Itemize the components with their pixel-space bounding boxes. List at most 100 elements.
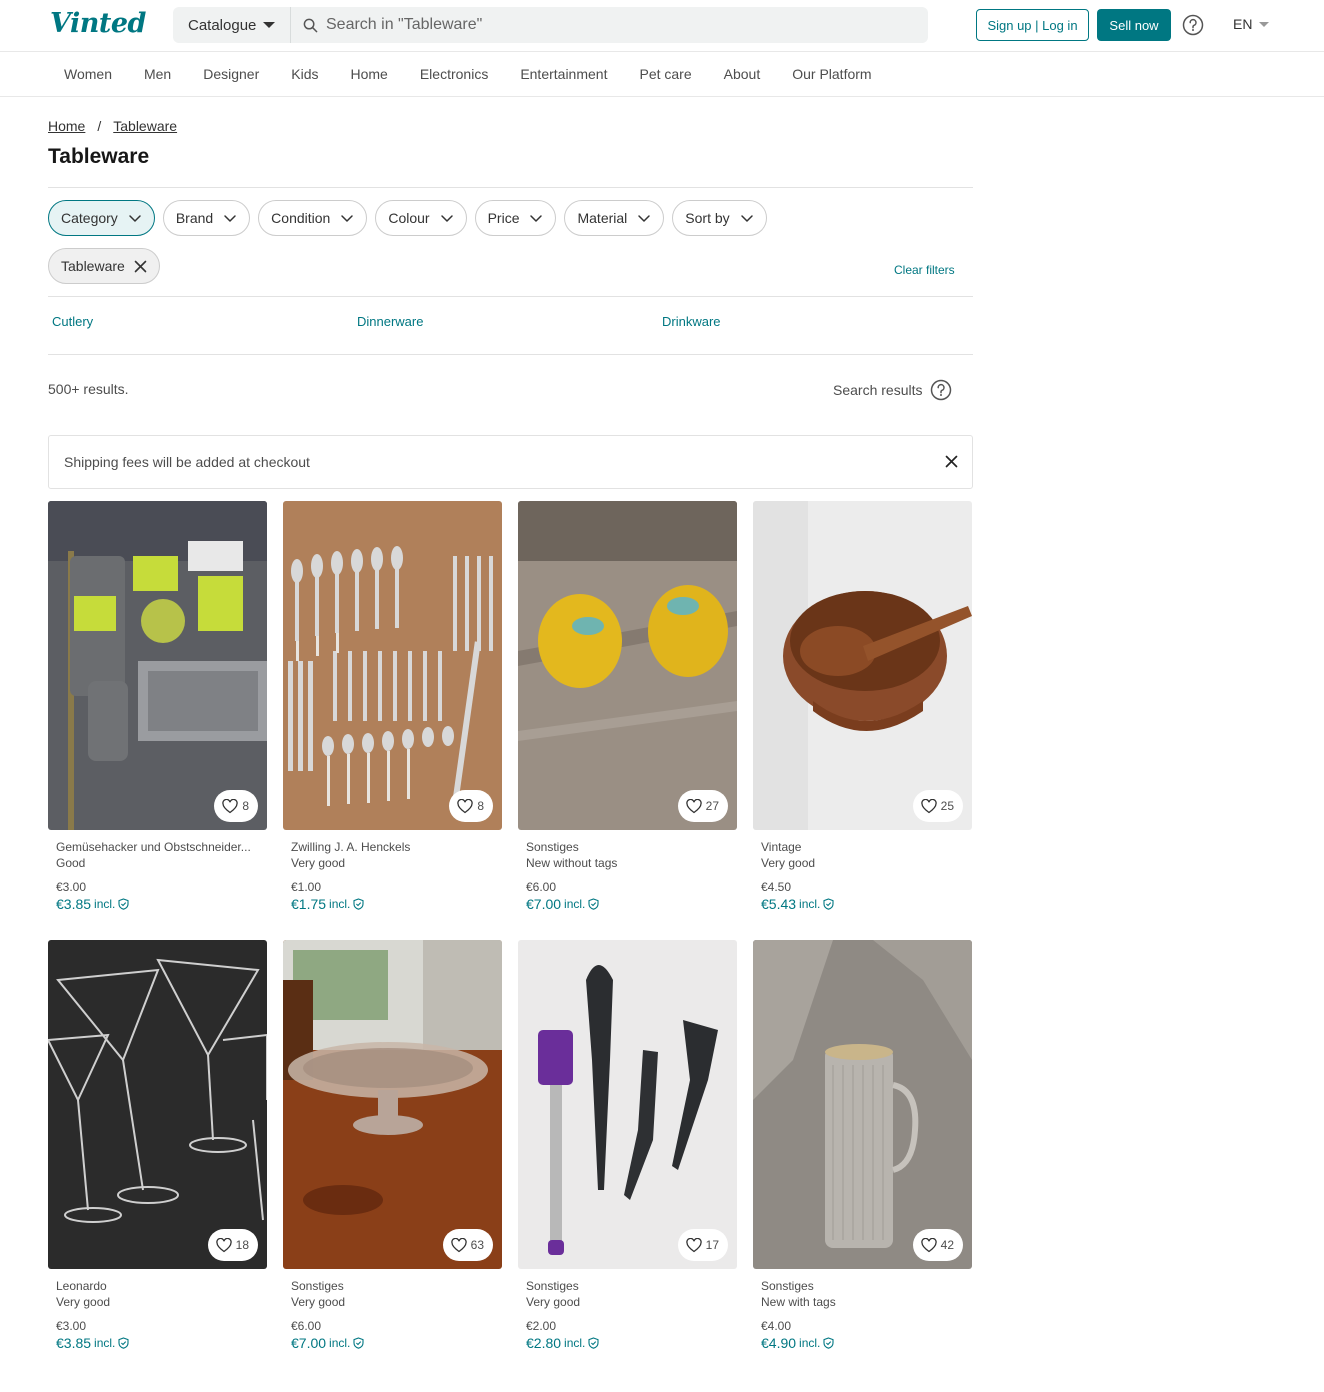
search-results-info[interactable]: Search results — [833, 379, 952, 401]
signup-login-button[interactable]: Sign up | Log in — [976, 9, 1089, 41]
help-icon[interactable] — [930, 379, 952, 401]
nav-item-kids[interactable]: Kids — [275, 66, 334, 82]
favourite-button[interactable]: 8 — [214, 790, 258, 822]
item-card[interactable]: 63 Sonstiges Very good €6.00 €7.00 incl. — [283, 940, 503, 1351]
sell-now-button[interactable]: Sell now — [1097, 9, 1171, 41]
nav-item-entertainment[interactable]: Entertainment — [504, 66, 623, 82]
search-input[interactable]: Search in "Tableware" — [291, 7, 928, 43]
item-photo[interactable]: 18 — [48, 940, 267, 1269]
filter-label: Material — [577, 210, 628, 226]
divider — [48, 187, 973, 188]
item-photo[interactable]: 42 — [753, 940, 972, 1269]
item-total-price[interactable]: €5.43 incl. — [761, 896, 973, 912]
top-header: Vinted Catalogue Search in "Tableware" S… — [0, 0, 1324, 52]
chevron-down-icon — [638, 215, 651, 222]
breadcrumb-home-link[interactable]: Home — [48, 118, 85, 134]
filter-brand[interactable]: Brand — [162, 200, 251, 236]
item-total-price[interactable]: €3.85 incl. — [56, 1335, 268, 1351]
close-icon[interactable] — [945, 455, 958, 468]
nav-item-men[interactable]: Men — [128, 66, 187, 82]
filter-category[interactable]: Category — [48, 200, 155, 236]
nav-item-our-platform[interactable]: Our Platform — [776, 66, 887, 82]
glass-jug-photo — [753, 940, 972, 1269]
shield-icon — [353, 1337, 364, 1349]
item-total: €4.90 — [761, 1335, 797, 1351]
item-photo[interactable]: 25 — [753, 501, 972, 830]
chevron-down-icon — [530, 215, 543, 222]
item-price: €2.00 — [526, 1319, 557, 1333]
item-card[interactable]: 25 Vintage Very good €4.50 €5.43 incl. — [753, 501, 973, 912]
chevron-down-icon — [440, 215, 453, 222]
filter-price[interactable]: Price — [474, 200, 557, 236]
item-brand: Sonstiges — [526, 1279, 579, 1293]
nav-item-electronics[interactable]: Electronics — [404, 66, 504, 82]
active-filter-chip[interactable]: Tableware — [48, 248, 160, 284]
close-icon[interactable] — [134, 260, 147, 273]
favourite-button[interactable]: 8 — [449, 790, 493, 822]
item-card[interactable]: 27 Sonstiges New without tags €6.00 €7.0… — [518, 501, 738, 912]
item-photo[interactable]: 17 — [518, 940, 737, 1269]
breadcrumb: Home / Tableware — [48, 118, 177, 134]
nav-item-women[interactable]: Women — [48, 66, 128, 82]
favourite-button[interactable]: 17 — [677, 1229, 728, 1261]
item-total-price[interactable]: €7.00 incl. — [291, 1335, 503, 1351]
filter-bar: Category Brand Condition Colour Price Ma… — [48, 200, 775, 236]
filter-label: Condition — [271, 210, 331, 226]
item-total-price[interactable]: €4.90 incl. — [761, 1335, 973, 1351]
shield-icon — [118, 1337, 129, 1349]
nav-item-designer[interactable]: Designer — [187, 66, 275, 82]
item-card[interactable]: 8 Zwilling J. A. Henckels Very good €1.0… — [283, 501, 503, 912]
item-condition: Very good — [526, 1295, 581, 1309]
item-total: €7.00 — [526, 896, 562, 912]
subcategory-drinkware[interactable]: Drinkware — [662, 314, 721, 329]
item-card[interactable]: 42 Sonstiges New with tags €4.00 €4.90 i… — [753, 940, 973, 1351]
item-price: €3.00 — [56, 1319, 87, 1333]
filter-condition[interactable]: Condition — [258, 200, 368, 236]
favourite-button[interactable]: 63 — [442, 1229, 493, 1261]
item-total-price[interactable]: €1.75 incl. — [291, 896, 503, 912]
item-total-price[interactable]: €2.80 incl. — [526, 1335, 738, 1351]
subcategory-cutlery[interactable]: Cutlery — [52, 314, 93, 329]
filter-material[interactable]: Material — [564, 200, 665, 236]
help-icon[interactable] — [1182, 14, 1204, 41]
favourite-count: 25 — [940, 799, 954, 813]
caret-down-icon — [263, 22, 276, 28]
clear-filters-link[interactable]: Clear filters — [894, 263, 955, 277]
catalogue-dropdown[interactable]: Catalogue — [173, 7, 291, 43]
favourite-count: 17 — [705, 1238, 719, 1252]
item-total-price[interactable]: €3.85 incl. — [56, 896, 268, 912]
item-total-price[interactable]: €7.00 incl. — [526, 896, 738, 912]
item-brand: Gemüsehacker und Obstschneider... — [56, 840, 251, 854]
item-card[interactable]: 8 Gemüsehacker und Obstschneider... Good… — [48, 501, 268, 912]
breadcrumb-tableware-link[interactable]: Tableware — [113, 118, 177, 134]
filter-colour[interactable]: Colour — [375, 200, 467, 236]
active-filter-label: Tableware — [61, 258, 125, 274]
heart-icon — [222, 798, 239, 813]
item-condition: Very good — [56, 1295, 111, 1309]
subcategory-dinnerware[interactable]: Dinnerware — [357, 314, 423, 329]
item-photo[interactable]: 27 — [518, 501, 737, 830]
favourite-button[interactable]: 27 — [677, 790, 728, 822]
item-price: €3.00 — [56, 880, 87, 894]
favourite-button[interactable]: 42 — [912, 1229, 963, 1261]
favourite-button[interactable]: 18 — [207, 1229, 258, 1261]
item-total: €3.85 — [56, 896, 92, 912]
favourite-button[interactable]: 25 — [912, 790, 963, 822]
nav-item-home[interactable]: Home — [334, 66, 403, 82]
language-selector[interactable]: EN — [1233, 16, 1270, 32]
item-brand: Vintage — [761, 840, 802, 854]
chevron-down-icon — [341, 215, 354, 222]
nav-item-pet-care[interactable]: Pet care — [623, 66, 707, 82]
item-card[interactable]: 17 Sonstiges Very good €2.00 €2.80 incl. — [518, 940, 738, 1351]
item-photo[interactable]: 8 — [283, 501, 502, 830]
heart-icon — [457, 798, 474, 813]
filter-sort-by[interactable]: Sort by — [672, 200, 767, 236]
nav-item-about[interactable]: About — [708, 66, 777, 82]
chevron-down-icon — [740, 215, 753, 222]
lemon-shakers-photo — [518, 501, 737, 830]
item-photo[interactable]: 63 — [283, 940, 502, 1269]
shield-icon — [588, 898, 599, 910]
item-photo[interactable]: 8 — [48, 501, 267, 830]
item-card[interactable]: 18 Leonardo Very good €3.00 €3.85 incl. — [48, 940, 268, 1351]
vinted-logo[interactable]: Vinted — [50, 8, 146, 39]
